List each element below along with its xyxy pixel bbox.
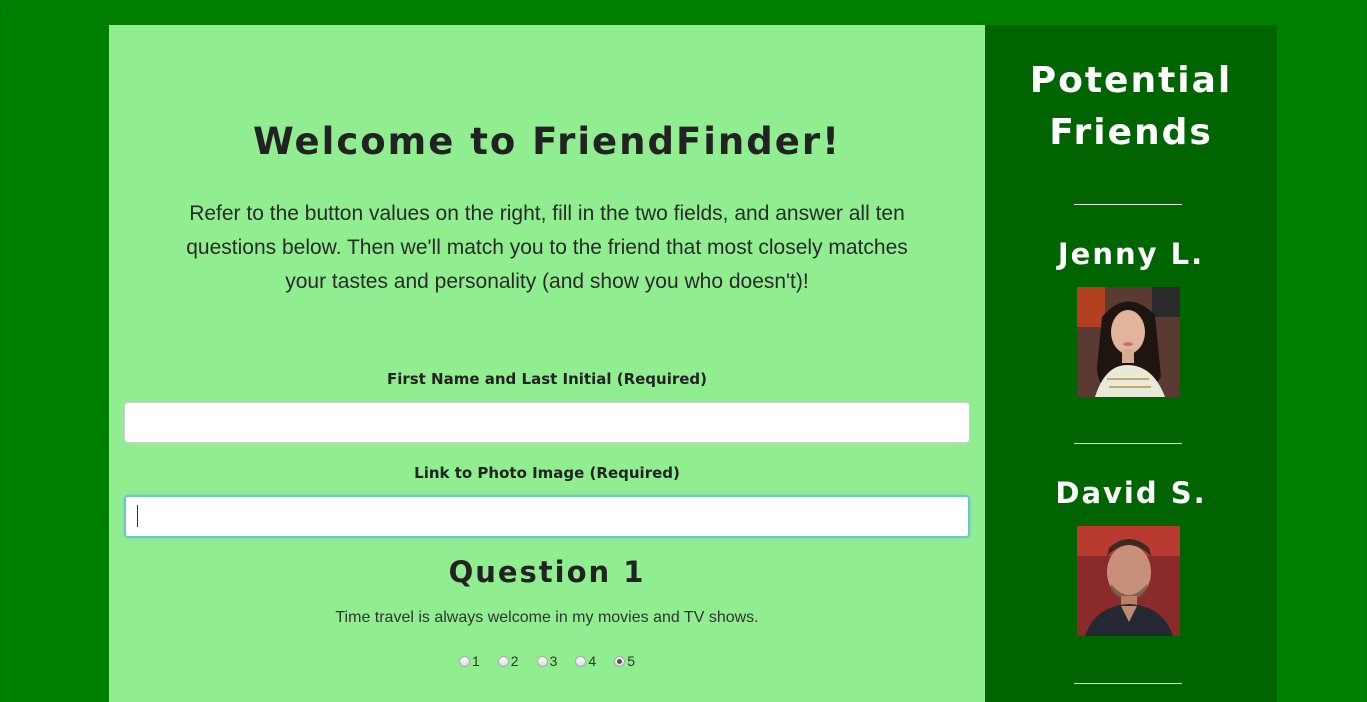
name-input[interactable] bbox=[124, 402, 970, 443]
answer-options: 1 2 3 4 5 bbox=[109, 653, 985, 669]
photo-link-input[interactable] bbox=[124, 495, 970, 538]
divider bbox=[1074, 443, 1182, 444]
answer-option-5[interactable]: 5 bbox=[614, 653, 635, 669]
option-label: 4 bbox=[588, 653, 597, 669]
question-text: Time travel is always welcome in my movi… bbox=[335, 609, 759, 626]
divider bbox=[1074, 204, 1182, 205]
divider bbox=[1074, 683, 1182, 684]
text-cursor bbox=[137, 505, 138, 527]
sidebar-title: Potential Friends bbox=[1029, 60, 1233, 153]
option-label: 2 bbox=[510, 653, 519, 669]
option-label: 1 bbox=[472, 653, 480, 669]
intro-text: Refer to the button values on the right,… bbox=[186, 202, 908, 293]
photo-field-label: Link to Photo Image (Required) bbox=[414, 464, 680, 482]
friend-photo bbox=[1077, 526, 1180, 636]
radio-button[interactable] bbox=[536, 655, 548, 667]
option-label: 3 bbox=[549, 653, 558, 669]
radio-button[interactable] bbox=[459, 655, 470, 667]
answer-option-2[interactable]: 2 bbox=[497, 653, 519, 669]
main-panel: Welcome to FriendFinder! Refer to the bu… bbox=[109, 25, 985, 702]
page-title: Welcome to FriendFinder! bbox=[253, 120, 841, 163]
radio-button[interactable] bbox=[575, 655, 587, 667]
answer-option-1[interactable]: 1 bbox=[459, 653, 480, 669]
option-label: 5 bbox=[627, 653, 635, 669]
radio-button-selected[interactable] bbox=[614, 655, 626, 667]
answer-option-3[interactable]: 3 bbox=[536, 653, 558, 669]
question-title: Question 1 bbox=[448, 555, 646, 589]
friend-name: David S. bbox=[1055, 476, 1207, 510]
friend-photo bbox=[1077, 287, 1180, 397]
friend-name: Jenny L. bbox=[1057, 237, 1205, 271]
sidebar: Potential Friends Jenny L. David S. bbox=[985, 25, 1277, 702]
answer-option-4[interactable]: 4 bbox=[575, 653, 596, 669]
radio-button[interactable] bbox=[497, 655, 509, 667]
name-field-label: First Name and Last Initial (Required) bbox=[386, 370, 708, 388]
